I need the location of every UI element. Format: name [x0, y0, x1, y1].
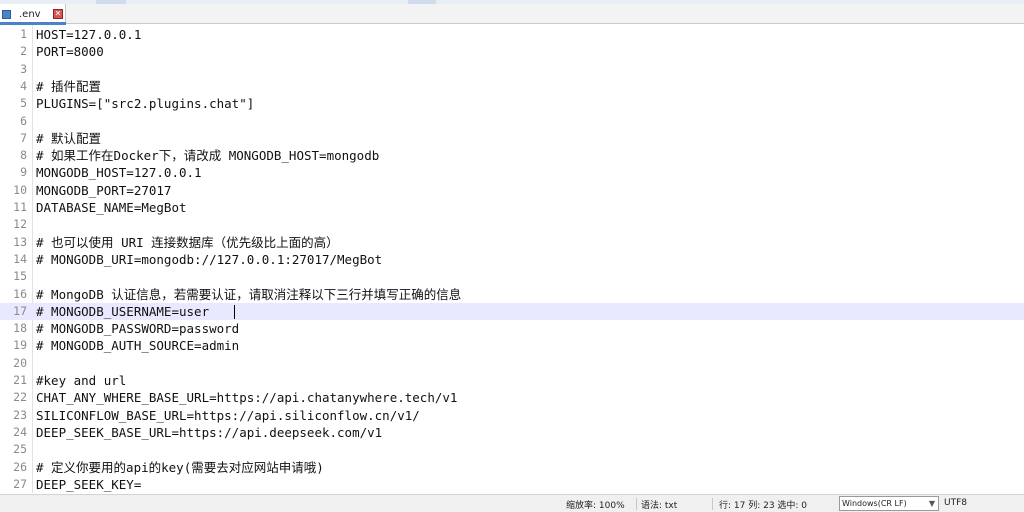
line-text: MONGODB_HOST=127.0.0.1 [36, 165, 202, 181]
line-text: # 插件配置 [36, 78, 102, 94]
document-icon [2, 9, 11, 19]
line-number: 12 [13, 217, 27, 232]
line-text: DEEP_SEEK_KEY= [36, 476, 142, 492]
line-number: 19 [13, 338, 27, 353]
line-number: 15 [13, 269, 27, 284]
line-number: 26 [13, 459, 27, 474]
editor-line[interactable]: 19 # MONGODB_AUTH_SOURCE=admin [0, 337, 1024, 354]
line-number: 2 [20, 44, 27, 59]
editor-line[interactable]: 9 MONGODB_HOST=127.0.0.1 [0, 164, 1024, 181]
line-number: 24 [13, 424, 27, 439]
editor-line[interactable]: 22 CHAT_ANY_WHERE_BASE_URL=https://api.ch… [0, 389, 1024, 406]
line-number: 6 [20, 113, 27, 128]
line-text: # 也可以使用 URI 连接数据库（优先级比上面的高） [36, 234, 339, 250]
chevron-down-icon: ▼ [928, 499, 935, 508]
status-bar: 缩放率: 100% 语法: txt 行: 17 列: 23 选中: 0 Wind… [0, 494, 1024, 512]
line-number: 25 [13, 442, 27, 457]
line-text: # MONGODB_URI=mongodb://127.0.0.1:27017/… [36, 251, 383, 267]
line-text: CHAT_ANY_WHERE_BASE_URL=https://api.chat… [36, 390, 458, 406]
text-editor[interactable]: 1 HOST=127.0.0.1 2 PORT=8000 3 4 # 插件配置 5 PLUGIN… [0, 25, 1024, 493]
editor-line[interactable]: 12 [0, 216, 1024, 233]
line-text: DATABASE_NAME=MegBot [36, 200, 187, 215]
line-text: SILICONFLOW_BASE_URL=https://api.silicon… [36, 407, 420, 423]
cursor-position-status: 行: 17 列: 23 选中: 0 [719, 501, 808, 511]
encoding-status[interactable]: UTF8 [944, 498, 967, 508]
editor-line[interactable]: 21 #key and url [0, 372, 1024, 389]
tab-bar: .env ✕ [0, 4, 1024, 25]
line-number: 23 [13, 407, 27, 422]
editor-line[interactable]: 10 MONGODB_PORT=27017 [0, 182, 1024, 199]
tab-env[interactable]: .env ✕ [0, 4, 66, 25]
line-number: 14 [13, 251, 27, 266]
editor-line[interactable]: 15 [0, 268, 1024, 285]
line-text: # 如果工作在Docker下，请改成 MONGODB_HOST=mongodb [36, 148, 380, 164]
close-icon[interactable]: ✕ [53, 9, 63, 19]
line-number: 4 [20, 78, 27, 93]
line-text: DEEP_SEEK_BASE_URL=https://api.deepseek.… [36, 424, 383, 440]
editor-line[interactable]: 23 SILICONFLOW_BASE_URL=https://api.silic… [0, 407, 1024, 424]
editor-line[interactable]: 14 # MONGODB_URI=mongodb://127.0.0.1:2701… [0, 251, 1024, 268]
line-number: 13 [13, 234, 27, 249]
zoom-status: 缩放率: 100% [566, 501, 625, 511]
tab-label: .env [19, 8, 41, 20]
editor-line[interactable]: 8 # 如果工作在Docker下，请改成 MONGODB_HOST=mongodb [0, 147, 1024, 164]
line-text: # MONGODB_PASSWORD=password [36, 321, 240, 337]
syntax-status[interactable]: 语法: txt [641, 498, 677, 511]
editor-line[interactable]: 4 # 插件配置 [0, 78, 1024, 95]
line-number: 7 [20, 130, 27, 145]
line-number: 10 [13, 182, 27, 197]
editor-line[interactable]: 26 # 定义你要用的api的key(需要去对应网站申请哦) [0, 459, 1024, 476]
editor-line[interactable]: 27 DEEP_SEEK_KEY= [0, 476, 1024, 493]
line-ending-value: Windows(CR LF) [842, 499, 907, 508]
line-number: 3 [20, 61, 27, 76]
line-text: # MongoDB 认证信息，若需要认证，请取消注释以下三行并填写正确的信息 [36, 286, 462, 302]
editor-line[interactable]: 6 [0, 113, 1024, 130]
line-number: 8 [20, 148, 27, 163]
editor-line[interactable]: 3 [0, 61, 1024, 78]
editor-line[interactable]: 25 [0, 441, 1024, 458]
editor-line[interactable]: 5 PLUGINS=["src2.plugins.chat"] [0, 95, 1024, 112]
editor-line[interactable]: 24 DEEP_SEEK_BASE_URL=https://api.deepsee… [0, 424, 1024, 441]
editor-line[interactable]: 13 # 也可以使用 URI 连接数据库（优先级比上面的高） [0, 234, 1024, 251]
editor-line[interactable]: 1 HOST=127.0.0.1 [0, 26, 1024, 43]
line-number: 16 [13, 286, 27, 301]
line-number: 5 [20, 96, 27, 111]
line-number: 22 [13, 390, 27, 405]
editor-line[interactable]: 16 # MongoDB 认证信息，若需要认证，请取消注释以下三行并填写正确的信息 [0, 286, 1024, 303]
line-text: # MONGODB_USERNAME=user [36, 303, 210, 319]
line-ending-select[interactable]: Windows(CR LF) ▼ [839, 496, 939, 511]
line-number: 21 [13, 373, 27, 387]
line-number: 27 [13, 476, 27, 491]
line-text: # 定义你要用的api的key(需要去对应网站申请哦) [36, 459, 324, 475]
line-number: 1 [20, 27, 27, 41]
line-number: 9 [20, 165, 27, 180]
editor-line[interactable]: 20 [0, 355, 1024, 372]
line-text: MONGODB_PORT=27017 [36, 182, 172, 198]
line-number: 18 [13, 321, 27, 336]
status-divider [636, 498, 637, 510]
line-text: PLUGINS=["src2.plugins.chat"] [36, 96, 255, 112]
editor-line[interactable]: 11 DATABASE_NAME=MegBot [0, 199, 1024, 216]
line-number: 17 [13, 303, 27, 318]
line-text: HOST=127.0.0.1 [36, 27, 142, 42]
line-number: 11 [13, 200, 27, 214]
line-text: # 默认配置 [36, 130, 102, 146]
editor-line[interactable]: 2 PORT=8000 [0, 43, 1024, 60]
status-divider [712, 498, 713, 510]
line-text: #key and url [36, 373, 127, 388]
line-text: # MONGODB_AUTH_SOURCE=admin [36, 338, 240, 354]
line-text: PORT=8000 [36, 44, 104, 60]
editor-line[interactable]: 7 # 默认配置 [0, 130, 1024, 147]
editor-line[interactable]: 18 # MONGODB_PASSWORD=password [0, 320, 1024, 337]
text-cursor [234, 304, 235, 319]
line-number: 20 [13, 355, 27, 370]
editor-line[interactable]: 17 # MONGODB_USERNAME=user [0, 302, 1024, 321]
